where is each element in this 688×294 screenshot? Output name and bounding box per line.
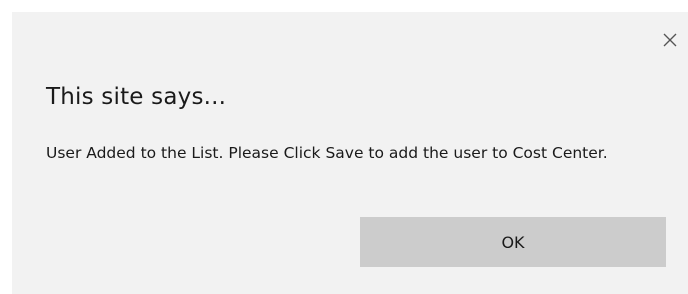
dialog-title: This site says... bbox=[46, 84, 227, 110]
alert-dialog: This site says... User Added to the List… bbox=[12, 12, 688, 294]
dialog-message: User Added to the List. Please Click Sav… bbox=[46, 144, 608, 162]
close-icon[interactable] bbox=[660, 30, 680, 50]
ok-button[interactable]: OK bbox=[360, 217, 666, 267]
